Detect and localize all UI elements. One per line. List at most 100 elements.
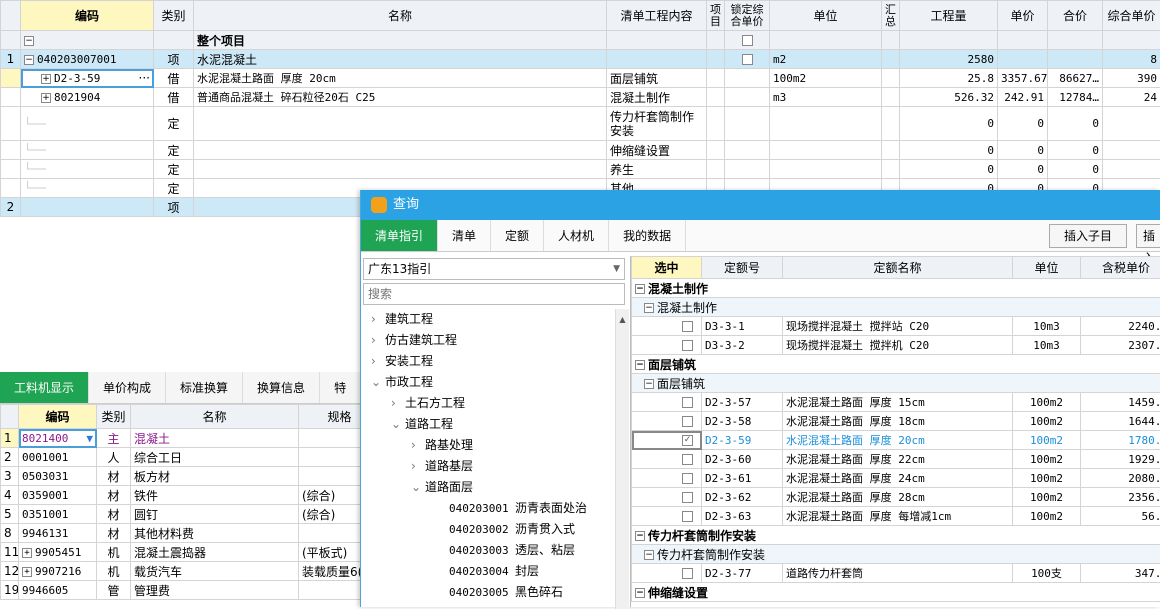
select-checkbox[interactable] (682, 416, 693, 427)
insert-button[interactable]: 插入 (1136, 224, 1160, 248)
lock-checkbox[interactable] (725, 50, 770, 69)
tab-my-data[interactable]: 我的数据 (609, 220, 686, 251)
col-header-quota-name[interactable]: 定额名称 (783, 257, 1013, 279)
quota-row[interactable]: D2-3-63水泥混凝土路面 厚度 每增减1cm100m256.0 (632, 507, 1160, 526)
table-row[interactable]: +8021904 借 普通商品混凝土 碎石粒径20石 C25 混凝土制作 m3 … (1, 88, 1160, 107)
collapse-icon[interactable]: − (24, 55, 34, 65)
scroll-up-icon[interactable]: ▲ (616, 309, 629, 330)
expand-icon[interactable]: + (22, 548, 32, 558)
table-row[interactable]: 1 8021400▼ 主 混凝土 (1, 429, 363, 448)
tree-node[interactable]: ›道路基层 (363, 456, 629, 477)
collapse-icon[interactable]: − (644, 303, 654, 313)
vertical-scrollbar[interactable]: ▲ (615, 309, 629, 609)
col-header-sum[interactable]: 汇总 (882, 1, 900, 31)
select-checkbox[interactable] (682, 492, 693, 503)
code-cell[interactable]: −040203007001 (21, 50, 154, 69)
quota-row[interactable]: ✓D2-3-59水泥混凝土路面 厚度 20cm100m21780.7 (632, 431, 1160, 450)
col-header-content[interactable]: 清单工程内容 (607, 1, 707, 31)
table-row[interactable]: 20001001人综合工日 (1, 448, 363, 467)
table-row[interactable]: 199946605管管理费 (1, 581, 363, 600)
collapse-icon[interactable]: − (635, 531, 645, 541)
tree-node[interactable]: ›仿古建筑工程 (363, 330, 629, 351)
quota-row[interactable]: D3-3-1现场搅拌混凝土 搅拌站 C2010m32240.0 (632, 317, 1160, 336)
insert-child-button[interactable]: 插入子目 (1049, 224, 1127, 248)
tree-leaf[interactable]: 040203003透层、粘层 (363, 540, 629, 561)
chevron-right-icon[interactable]: › (391, 393, 405, 414)
tab-labor-material-machine[interactable]: 人材机 (544, 220, 609, 251)
expand-icon[interactable]: + (41, 93, 51, 103)
col-header-code[interactable]: 编码 (21, 1, 154, 31)
collapse-icon[interactable]: − (635, 588, 645, 598)
table-row[interactable]: 30503031材板方材 (1, 467, 363, 486)
col-header-price[interactable]: 单价 (998, 1, 1048, 31)
tree-node[interactable]: ⌄市政工程 (363, 372, 629, 393)
tab-price-composition[interactable]: 单价构成 (89, 372, 166, 403)
tree-node[interactable]: ⌄道路面层 (363, 477, 629, 498)
quota-group-header[interactable]: −传力杆套筒制作安装 (632, 526, 1160, 545)
col-header-lock[interactable]: 锁定综合单价 (725, 1, 770, 31)
project-root[interactable]: 整个项目 (194, 31, 607, 50)
quota-subgroup-header[interactable]: −面层铺筑 (632, 374, 1160, 393)
select-checkbox[interactable] (682, 321, 693, 332)
collapse-icon[interactable]: − (635, 284, 645, 294)
select-checkbox[interactable]: ✓ (682, 435, 693, 446)
chevron-right-icon[interactable]: › (411, 435, 425, 456)
tab-standard-conversion[interactable]: 标准换算 (166, 372, 243, 403)
chevron-down-icon[interactable]: ⌄ (411, 477, 425, 498)
table-row[interactable]: 50351001材圆钉(综合) (1, 505, 363, 524)
collapse-icon[interactable]: − (644, 550, 654, 560)
guide-select[interactable]: 广东13指引 ▼ (363, 258, 625, 280)
select-checkbox[interactable] (682, 568, 693, 579)
tree-leaf[interactable]: 040203004封层 (363, 561, 629, 582)
quota-row[interactable]: D2-3-77道路传力杆套筒100支347.9 (632, 564, 1160, 583)
select-checkbox[interactable] (682, 397, 693, 408)
chevron-down-icon[interactable]: ⌄ (371, 372, 385, 393)
col-header-name[interactable]: 名称 (194, 1, 607, 31)
tab-special[interactable]: 特 (320, 372, 361, 403)
quota-group-header[interactable]: −混凝土制作 (632, 279, 1160, 298)
chevron-right-icon[interactable]: › (371, 309, 385, 330)
dialog-title-bar[interactable]: 查询 (361, 190, 1160, 220)
col-header-total[interactable]: 合价 (1048, 1, 1103, 31)
quota-row[interactable]: D2-3-58水泥混凝土路面 厚度 18cm100m21644.5 (632, 412, 1160, 431)
select-checkbox[interactable] (682, 473, 693, 484)
quota-row[interactable]: D2-3-62水泥混凝土路面 厚度 28cm100m22356.0 (632, 488, 1160, 507)
tree-node[interactable]: ›安装工程 (363, 351, 629, 372)
tree-node[interactable]: ›土石方工程 (363, 393, 629, 414)
collapse-icon[interactable]: − (644, 379, 654, 389)
tab-resource-display[interactable]: 工料机显示 (0, 372, 89, 403)
tab-bill-guide[interactable]: 清单指引 (361, 220, 438, 251)
more-button[interactable]: ··· (139, 71, 150, 85)
chevron-right-icon[interactable]: › (411, 456, 425, 477)
tree-leaf[interactable]: 040203002沥青贯入式 (363, 519, 629, 540)
chevron-right-icon[interactable]: › (371, 351, 385, 372)
col-header-unit[interactable]: 单位 (1013, 257, 1081, 279)
lock-checkbox[interactable] (725, 31, 770, 50)
col-header-tax-price[interactable]: 含税单价 (1081, 257, 1160, 279)
chevron-right-icon[interactable]: › (371, 330, 385, 351)
tree-node[interactable]: ›路基处理 (363, 435, 629, 456)
quota-subgroup-header[interactable]: −混凝土制作 (632, 298, 1160, 317)
table-row[interactable]: └── 定 养生 0 0 0 (1, 160, 1160, 179)
table-row[interactable]: +D2-3-59··· 借 水泥混凝土路面 厚度 20cm 面层铺筑 100m2… (1, 69, 1160, 88)
tree-leaf[interactable]: 040203005黑色碎石 (363, 582, 629, 603)
quota-group-header[interactable]: −面层铺筑 (632, 355, 1160, 374)
select-checkbox[interactable] (682, 454, 693, 465)
code-cell[interactable]: +8021904 (21, 88, 154, 107)
col-header-type[interactable]: 类别 (154, 1, 194, 31)
quota-subgroup-header[interactable]: −传力杆套筒制作安装 (632, 545, 1160, 564)
tree-node[interactable]: ›建筑工程 (363, 309, 629, 330)
collapse-icon[interactable]: − (635, 360, 645, 370)
col-header-name[interactable]: 名称 (131, 405, 299, 429)
quota-row[interactable]: D2-3-57水泥混凝土路面 厚度 15cm100m21459.5 (632, 393, 1160, 412)
code-cell[interactable]: +D2-3-59··· (21, 69, 154, 88)
quota-row[interactable]: D3-3-2现场搅拌混凝土 搅拌机 C2010m32307.0 (632, 336, 1160, 355)
col-header-code[interactable]: 编码 (19, 405, 97, 429)
table-row[interactable]: └── 定 伸缩缝设置 0 0 0 (1, 141, 1160, 160)
tree-node[interactable]: ⌄道路工程 (363, 414, 629, 435)
col-header-quota-code[interactable]: 定额号 (702, 257, 783, 279)
col-header-spec[interactable]: 规格 (299, 405, 363, 429)
chevron-down-icon[interactable]: ⌄ (391, 414, 405, 435)
col-header-qty[interactable]: 工程量 (900, 1, 998, 31)
dropdown-arrow-icon[interactable]: ▼ (86, 432, 93, 445)
